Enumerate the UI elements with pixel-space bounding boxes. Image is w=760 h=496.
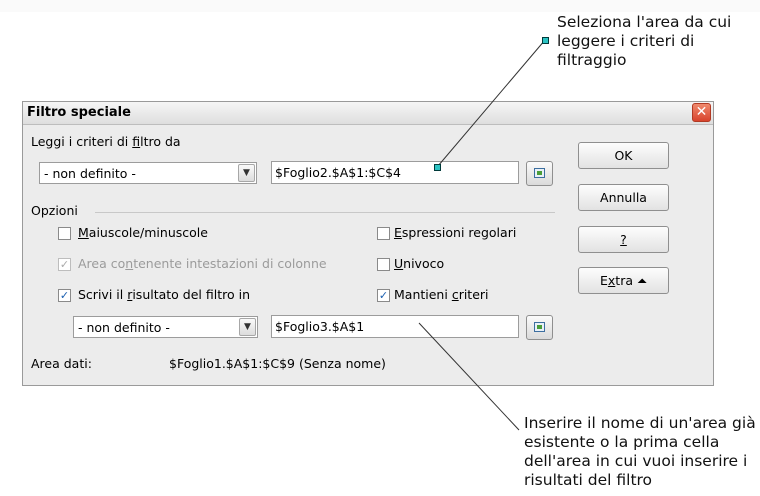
criteria-area-dropdown[interactable]: - non definito - ▼: [39, 162, 257, 184]
output-range-value: $Foglio3.$A$1: [275, 319, 365, 334]
options-separator: [95, 212, 555, 213]
keep-criteria-label: Mantieni criteri: [394, 287, 489, 302]
callout-line: leggere i criteri di: [557, 32, 695, 50]
unique-checkbox[interactable]: [377, 258, 390, 271]
callout-output-area: Inserire il nome di un'area già esistent…: [524, 414, 760, 490]
shrink-icon: [534, 322, 545, 332]
case-sensitive-label: Maiuscole/minuscole: [78, 225, 208, 240]
header-row-checkbox: ✓: [58, 258, 71, 271]
callout-line: filtraggio: [557, 51, 627, 69]
background-strip: [0, 0, 760, 12]
callout-anchor-marker: [434, 164, 441, 171]
advanced-filter-dialog: Filtro speciale ✕ Leggi i criteri di fil…: [22, 101, 714, 386]
criteria-range-value: $Foglio2.$A$1:$C$4: [275, 165, 402, 180]
close-icon: ✕: [695, 104, 708, 120]
criteria-source-label: Leggi i criteri di filtro da: [31, 134, 181, 149]
close-button[interactable]: ✕: [692, 103, 711, 122]
ok-button[interactable]: OK: [578, 142, 669, 169]
data-area-label: Area dati:: [31, 356, 92, 371]
data-area-value: $Foglio1.$A$1:$C$9 (Senza nome): [169, 356, 386, 371]
keep-criteria-checkbox[interactable]: ✓: [377, 289, 390, 302]
callout-line: esistente o la prima cella: [524, 433, 720, 451]
output-results-label: Scrivi il risultato del filtro in: [78, 287, 250, 302]
callout-anchor-marker: [542, 37, 549, 44]
cancel-button[interactable]: Annulla: [578, 184, 669, 211]
output-range-field[interactable]: $Foglio3.$A$1: [271, 315, 519, 338]
options-label: Opzioni: [31, 203, 78, 218]
header-row-label: Area contenente intestazioni di colonne: [78, 256, 327, 271]
help-button[interactable]: ?: [578, 226, 669, 253]
callout-line: risultati del filtro: [524, 471, 653, 489]
chevron-down-icon[interactable]: ▼: [239, 318, 256, 336]
dialog-title: Filtro speciale: [27, 105, 131, 120]
chevron-up-icon: ⏶: [636, 273, 647, 288]
shrink-output-button[interactable]: [526, 315, 553, 340]
callout-line: dell'area in cui vuoi inserire i: [524, 452, 748, 470]
output-results-checkbox[interactable]: ✓: [58, 289, 71, 302]
chevron-down-icon[interactable]: ▼: [238, 164, 255, 182]
regex-label: Espressioni regolari: [394, 225, 517, 240]
regex-checkbox[interactable]: [377, 227, 390, 240]
case-sensitive-checkbox[interactable]: [58, 227, 71, 240]
output-area-dropdown[interactable]: - non definito - ▼: [73, 316, 258, 338]
output-dropdown-value: - non definito -: [78, 320, 170, 335]
shrink-criteria-button[interactable]: [526, 161, 553, 186]
criteria-range-field[interactable]: $Foglio2.$A$1:$C$4: [271, 161, 519, 184]
extra-button[interactable]: Extra ⏶: [578, 267, 669, 294]
callout-line: Seleziona l'area da cui: [557, 13, 732, 31]
unique-label: Univoco: [394, 256, 445, 271]
title-bar[interactable]: Filtro speciale ✕: [23, 102, 713, 125]
shrink-icon: [534, 168, 545, 178]
criteria-dropdown-value: - non definito -: [44, 166, 136, 181]
callout-line: Inserire il nome di un'area già: [524, 414, 756, 432]
callout-criteria-area: Seleziona l'area da cui leggere i criter…: [557, 13, 757, 70]
